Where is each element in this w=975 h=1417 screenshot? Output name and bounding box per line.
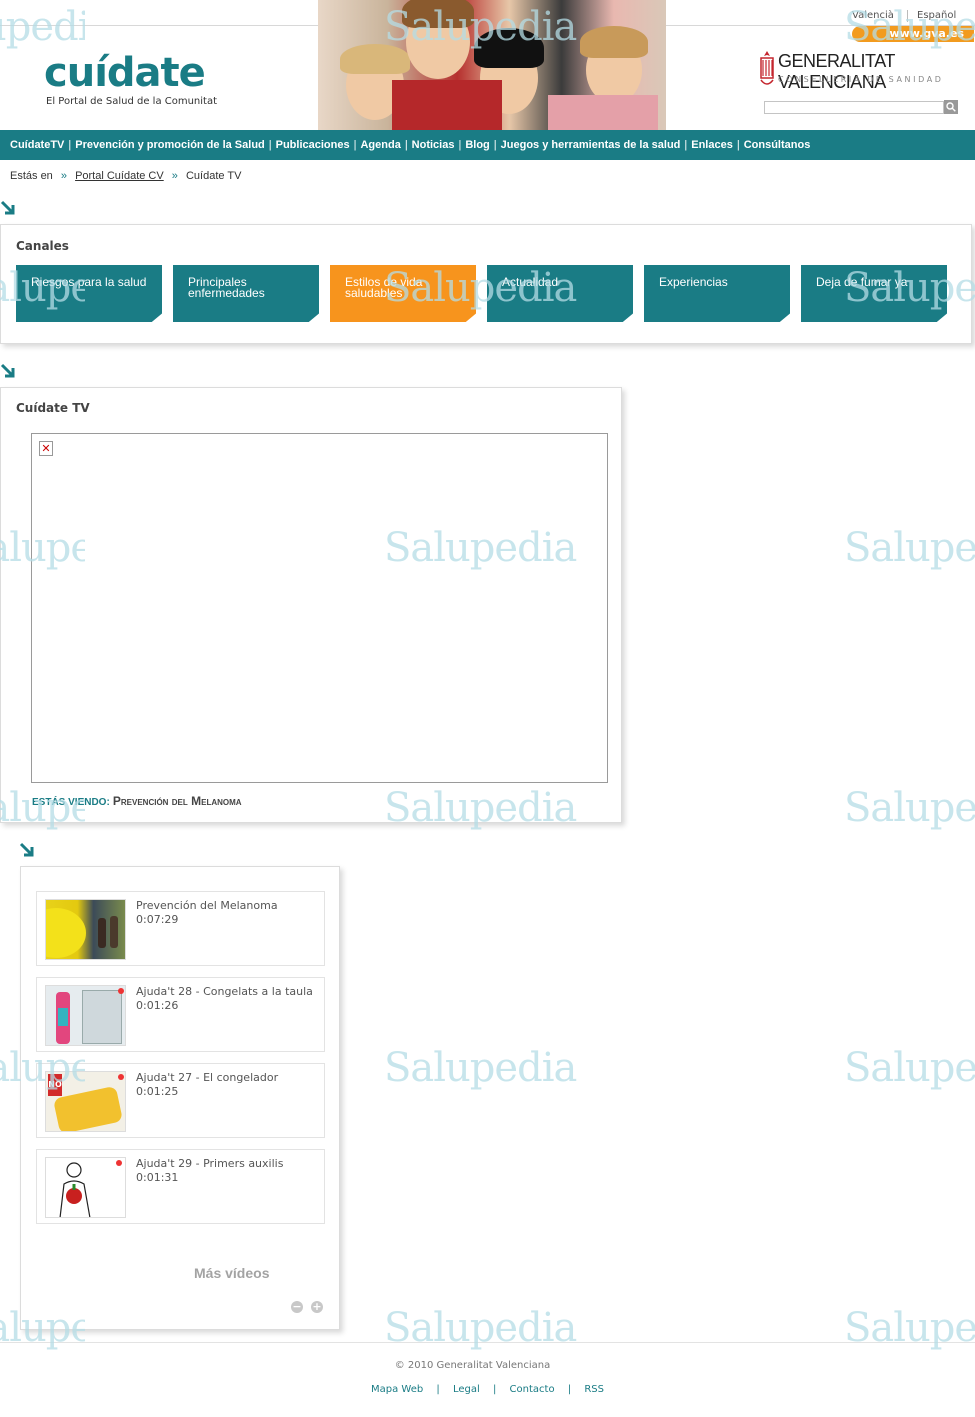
next-page-icon[interactable]: +: [311, 1301, 323, 1313]
gva-link[interactable]: www.gva.es: [852, 26, 974, 42]
video-thumbnail[interactable]: NO: [45, 1071, 126, 1132]
video-duration: 0:07:29: [136, 913, 179, 926]
video-item[interactable]: Ajuda't 28 - Congelats a la taula 0:01:2…: [36, 977, 325, 1052]
nav-separator: |: [268, 139, 272, 151]
nav-item-cuidatetv[interactable]: CuídateTV: [10, 139, 64, 151]
footer-link-mapa-web[interactable]: Mapa Web: [371, 1384, 423, 1395]
footer-copyright: © 2010 Generalitat Valenciana: [394, 1360, 551, 1371]
video-duration: 0:01:25: [136, 1085, 179, 1098]
nav-separator: |: [353, 139, 357, 151]
section-arrow-icon: [19, 842, 34, 857]
video-duration: 0:01:31: [136, 1171, 179, 1184]
header: cuídate El Portal de Salud de la Comunit…: [0, 0, 975, 130]
more-videos-link[interactable]: Más vídeos: [194, 1265, 269, 1281]
nav-separator: |: [404, 139, 408, 151]
video-title[interactable]: Ajuda't 27 - El congelador: [136, 1071, 316, 1085]
breadcrumb-separator: »: [171, 170, 178, 182]
video-duration: 0:01:26: [136, 999, 179, 1012]
breadcrumb: Estás en » Portal Cuídate CV » Cuídate T…: [10, 170, 241, 182]
video-list-panel: Prevención del Melanoma 0:07:29 Ajuda't …: [20, 866, 340, 1330]
lang-espanol-link[interactable]: Español: [917, 10, 956, 21]
footer-separator: |: [567, 1384, 572, 1395]
nav-item-juegos[interactable]: Juegos y herramientas de la salud: [501, 139, 681, 151]
tv-panel: Cuídate TV ✕ Estás viendo: Prevención de…: [0, 387, 622, 823]
footer-separator: |: [436, 1384, 440, 1395]
site-tagline: El Portal de Salud de la Comunitat: [46, 96, 218, 107]
nav-separator: |: [458, 139, 462, 151]
generalitat-logo[interactable]: GENERALITAT VALENCIANA CONSELLERIA DE SA…: [758, 50, 962, 92]
breadcrumb-prefix: Estás en: [10, 170, 53, 182]
video-info: Prevención del Melanoma 0:07:29: [136, 899, 316, 927]
nav-item-publicaciones[interactable]: Publicaciones: [276, 139, 350, 151]
generalitat-title: GENERALITAT VALENCIANA: [778, 51, 895, 92]
generalitat-emblem-icon: [760, 51, 774, 85]
video-item[interactable]: Prevención del Melanoma 0:07:29: [36, 891, 325, 966]
channel-enfermedades[interactable]: Principales enfermedades: [173, 265, 319, 322]
broken-image-icon: ✕: [39, 441, 53, 456]
search-icon: [946, 102, 956, 112]
footer-link-legal[interactable]: Legal: [453, 1384, 480, 1395]
section-arrow-icon: [0, 363, 15, 378]
lang-valencia-link[interactable]: Valencià: [852, 10, 894, 21]
now-playing-label: Estás viendo: [32, 797, 107, 808]
channels-panel: Canales Riesgos para la salud Principale…: [0, 224, 972, 344]
video-info: Ajuda't 29 - Primers auxilis 0:01:31: [136, 1157, 316, 1185]
watermark: Salupedia: [844, 525, 975, 571]
prev-page-icon[interactable]: −: [291, 1301, 303, 1313]
channel-deja-de-fumar[interactable]: Deja de fumar ya: [801, 265, 947, 322]
main-navigation: CuídateTV | Prevención y promoción de la…: [0, 130, 975, 160]
video-info: Ajuda't 27 - El congelador 0:01:25: [136, 1071, 316, 1099]
tv-title: Cuídate TV: [16, 401, 90, 415]
breadcrumb-current: Cuídate TV: [185, 170, 242, 182]
now-playing-title: Prevención del Melanoma: [112, 794, 242, 808]
watermark: Salupedia: [384, 1305, 577, 1351]
nav-separator: |: [68, 139, 72, 151]
video-title[interactable]: Ajuda't 29 - Primers auxilis: [136, 1157, 316, 1171]
channel-experiencias[interactable]: Experiencias: [644, 265, 790, 322]
nav-item-prevencion[interactable]: Prevención y promoción de la Salud: [75, 139, 265, 151]
video-thumbnail[interactable]: [45, 1157, 126, 1218]
video-item[interactable]: Ajuda't 29 - Primers auxilis 0:01:31: [36, 1149, 325, 1224]
footer-divider: [0, 1342, 975, 1343]
video-thumbnail[interactable]: [45, 985, 126, 1046]
nav-separator: |: [736, 139, 740, 151]
video-title[interactable]: Prevención del Melanoma: [136, 899, 316, 913]
channel-estilos-de-vida[interactable]: Estilos de vida saludables: [330, 265, 476, 322]
channel-actualidad[interactable]: Actualidad: [487, 265, 633, 322]
footer-link-contacto[interactable]: Contacto: [510, 1384, 555, 1395]
video-item[interactable]: NO Ajuda't 27 - El congelador 0:01:25: [36, 1063, 325, 1138]
conselleria-subtitle: CONSELLERIA DE SANIDAD: [778, 75, 944, 84]
nav-separator: |: [684, 139, 688, 151]
nav-item-noticias[interactable]: Noticias: [412, 139, 455, 151]
watermark: Salupedia: [384, 1045, 577, 1091]
nav-item-blog[interactable]: Blog: [465, 139, 489, 151]
footer-link-rss[interactable]: RSS: [584, 1384, 604, 1395]
video-info: Ajuda't 28 - Congelats a la taula 0:01:2…: [136, 985, 316, 1013]
channel-riesgos[interactable]: Riesgos para la salud: [16, 265, 162, 322]
channels-title: Canales: [16, 239, 69, 253]
now-playing: Estás viendo: Prevención del Melanoma: [32, 794, 242, 808]
video-title[interactable]: Ajuda't 28 - Congelats a la taula: [136, 985, 316, 999]
now-playing-colon: :: [106, 797, 110, 808]
breadcrumb-separator: »: [60, 170, 67, 182]
watermark: Salupedia: [844, 785, 975, 831]
section-arrow-icon: [0, 200, 15, 215]
nav-item-enlaces[interactable]: Enlaces: [691, 139, 733, 151]
search-button[interactable]: [944, 100, 958, 114]
footer-links: Mapa Web | Legal | Contacto | RSS: [0, 1384, 975, 1395]
watermark: Salupedia: [844, 1305, 975, 1351]
nav-separator: |: [493, 139, 497, 151]
breadcrumb-link-portal[interactable]: Portal Cuídate CV: [75, 170, 164, 182]
nav-item-consultanos[interactable]: Consúltanos: [744, 139, 811, 151]
header-banner-image: [318, 0, 666, 130]
video-thumbnail[interactable]: [45, 899, 126, 960]
video-player[interactable]: ✕: [31, 433, 608, 783]
lang-divider: [907, 10, 908, 22]
search-input[interactable]: [764, 101, 944, 114]
nav-item-agenda[interactable]: Agenda: [360, 139, 400, 151]
site-logo[interactable]: cuídate: [44, 50, 206, 96]
footer-separator: |: [492, 1384, 497, 1395]
watermark: Salupedia: [844, 1045, 975, 1091]
